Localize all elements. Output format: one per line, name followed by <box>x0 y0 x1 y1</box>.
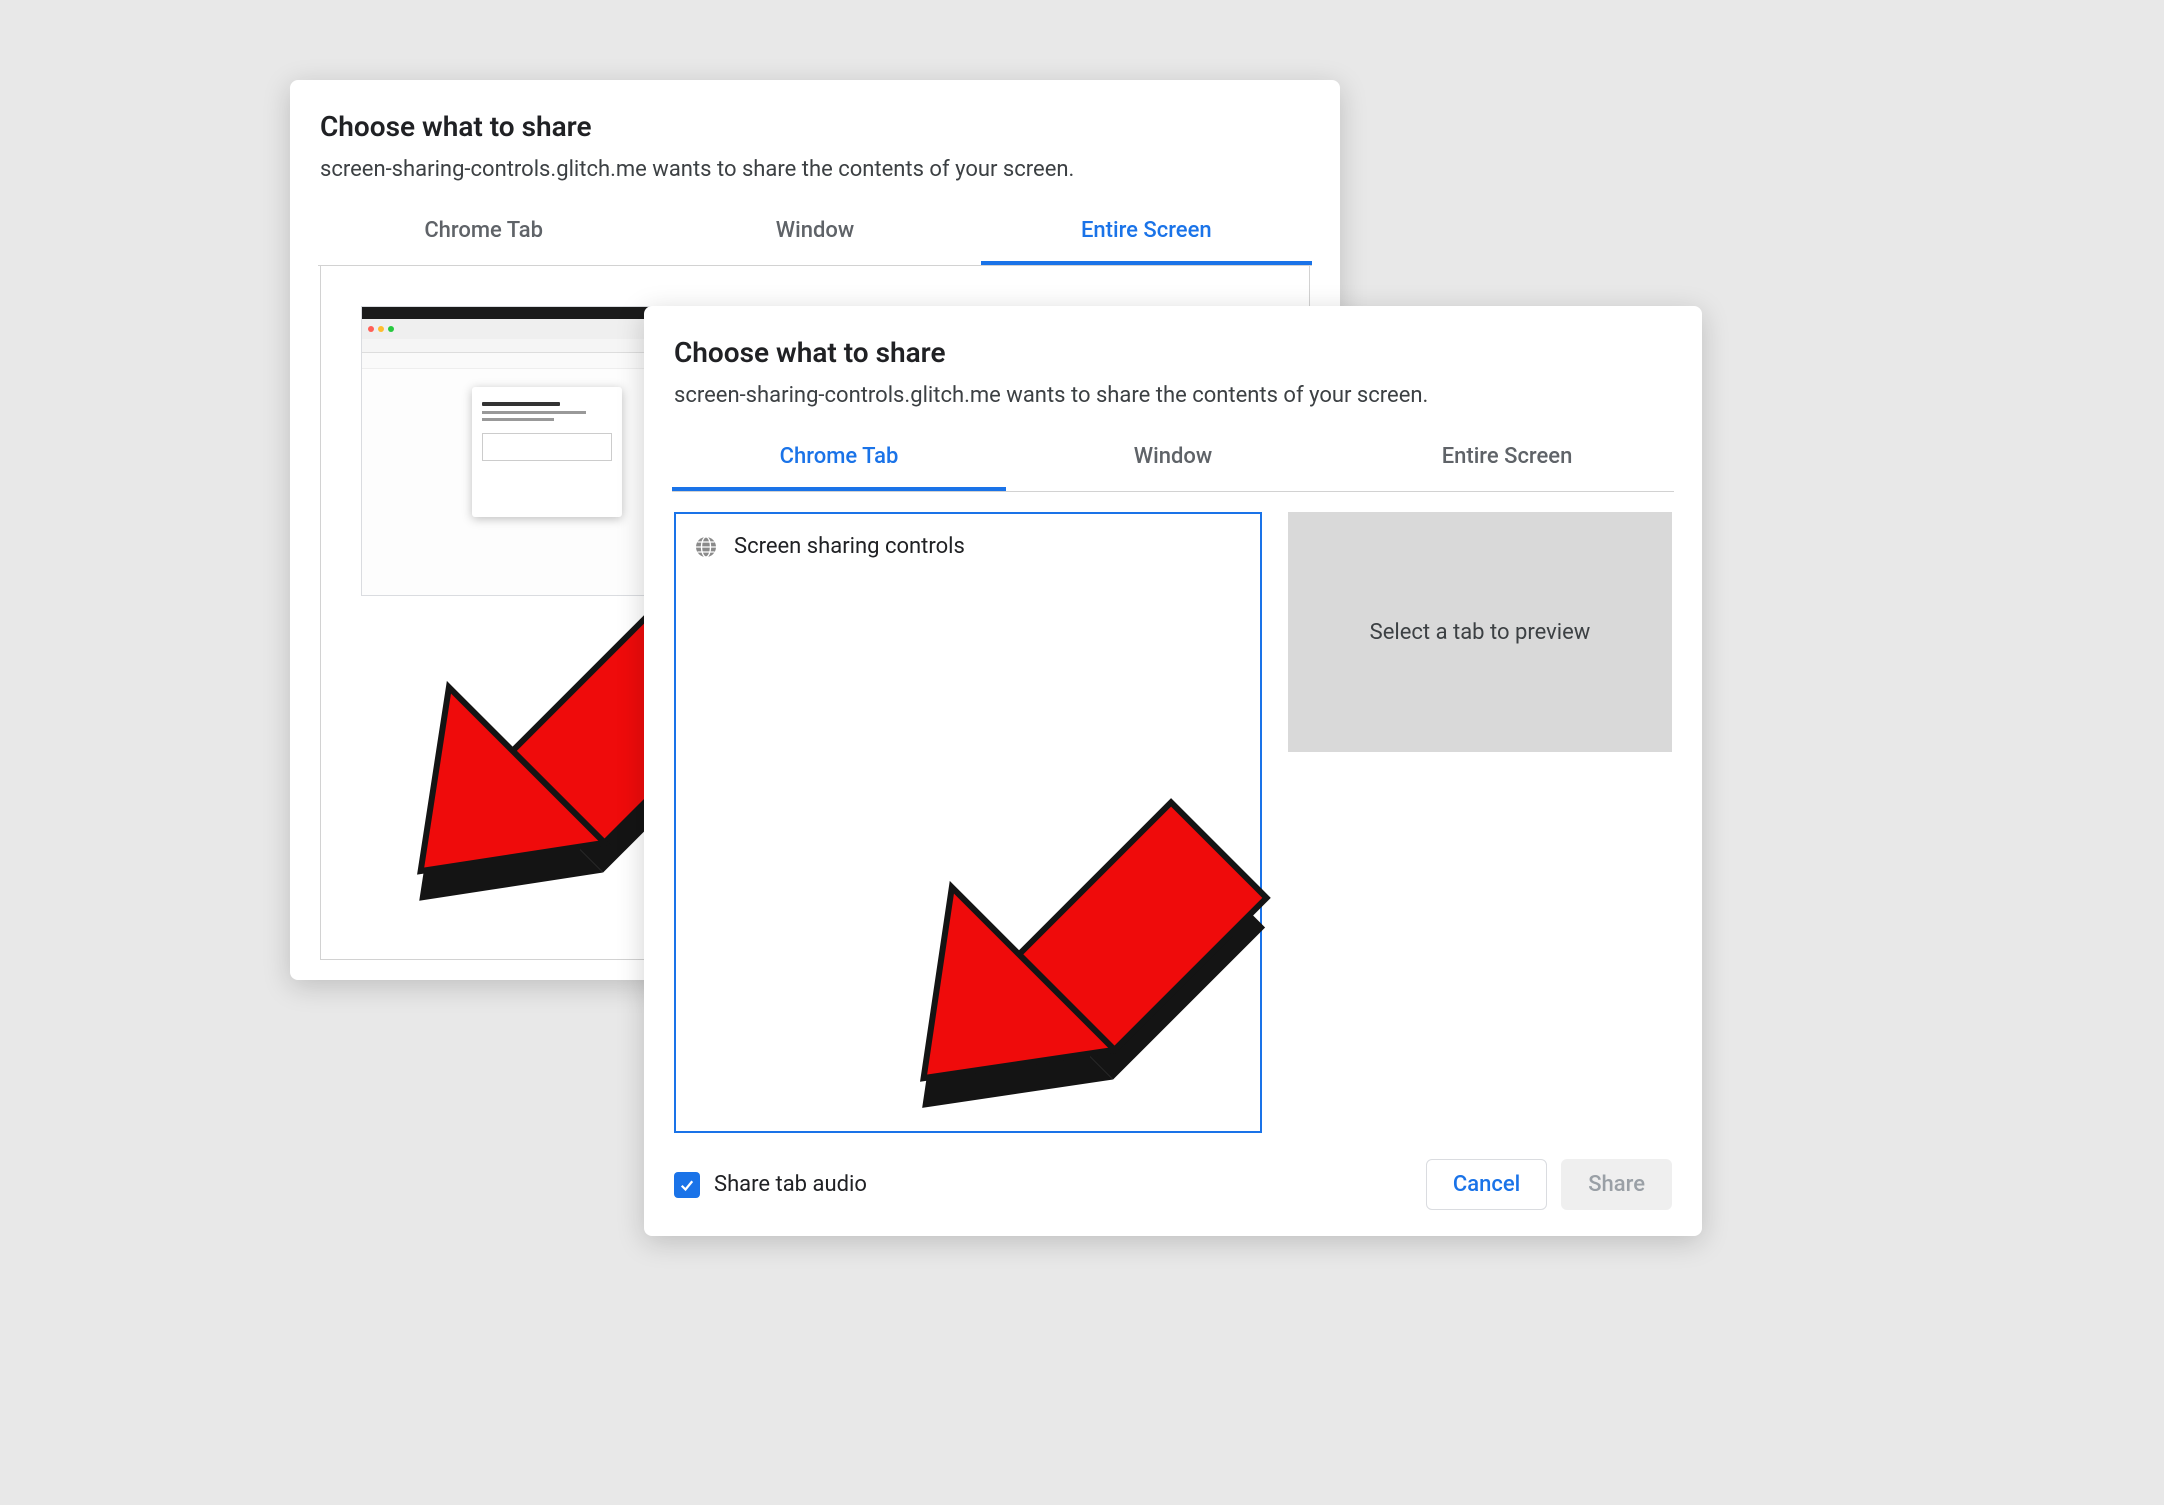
dialog-footer: Share tab audio Cancel Share <box>674 1133 1672 1210</box>
tab-entire-screen[interactable]: Entire Screen <box>981 204 1312 265</box>
thumbnail-url-bar <box>362 353 660 369</box>
tab-preview-placeholder: Select a tab to preview <box>1288 512 1672 752</box>
dialog-description: screen-sharing-controls.glitch.me wants … <box>320 157 1310 182</box>
thumbnail-tabstrip <box>362 339 660 353</box>
dialog-description: screen-sharing-controls.glitch.me wants … <box>674 383 1672 408</box>
dialog-title: Choose what to share <box>320 110 1310 143</box>
share-tab-audio-checkbox[interactable] <box>674 1172 700 1198</box>
tab-entire-screen[interactable]: Entire Screen <box>1340 430 1674 491</box>
thumbnail-inner-dialog <box>472 387 622 517</box>
thumbnail-body <box>362 369 660 595</box>
tab-list-item-label: Screen sharing controls <box>734 534 965 559</box>
source-tabs: Chrome Tab Window Entire Screen <box>672 430 1674 492</box>
screen-thumbnail[interactable] <box>361 306 661 596</box>
tab-window[interactable]: Window <box>649 204 980 265</box>
dialog-title: Choose what to share <box>674 336 1672 369</box>
share-tab-audio-option[interactable]: Share tab audio <box>674 1172 867 1198</box>
share-tab-audio-label: Share tab audio <box>714 1172 867 1197</box>
tab-chrome-tab[interactable]: Chrome Tab <box>318 204 649 265</box>
tab-window[interactable]: Window <box>1006 430 1340 491</box>
source-tabs: Chrome Tab Window Entire Screen <box>318 204 1312 266</box>
thumbnail-traffic-lights <box>362 319 660 339</box>
tab-list-item[interactable]: Screen sharing controls <box>692 530 1244 563</box>
share-button[interactable]: Share <box>1561 1159 1672 1210</box>
globe-icon <box>694 535 718 559</box>
preview-placeholder-text: Select a tab to preview <box>1370 620 1591 645</box>
cancel-button[interactable]: Cancel <box>1426 1159 1547 1210</box>
tab-chrome-tab[interactable]: Chrome Tab <box>672 430 1006 491</box>
tab-source-list: Screen sharing controls <box>674 512 1262 1133</box>
share-dialog-chrome-tab: Choose what to share screen-sharing-cont… <box>644 306 1702 1236</box>
thumbnail-menubar <box>362 307 660 319</box>
chrome-tab-content: Screen sharing controls Select a tab to … <box>674 492 1672 1133</box>
